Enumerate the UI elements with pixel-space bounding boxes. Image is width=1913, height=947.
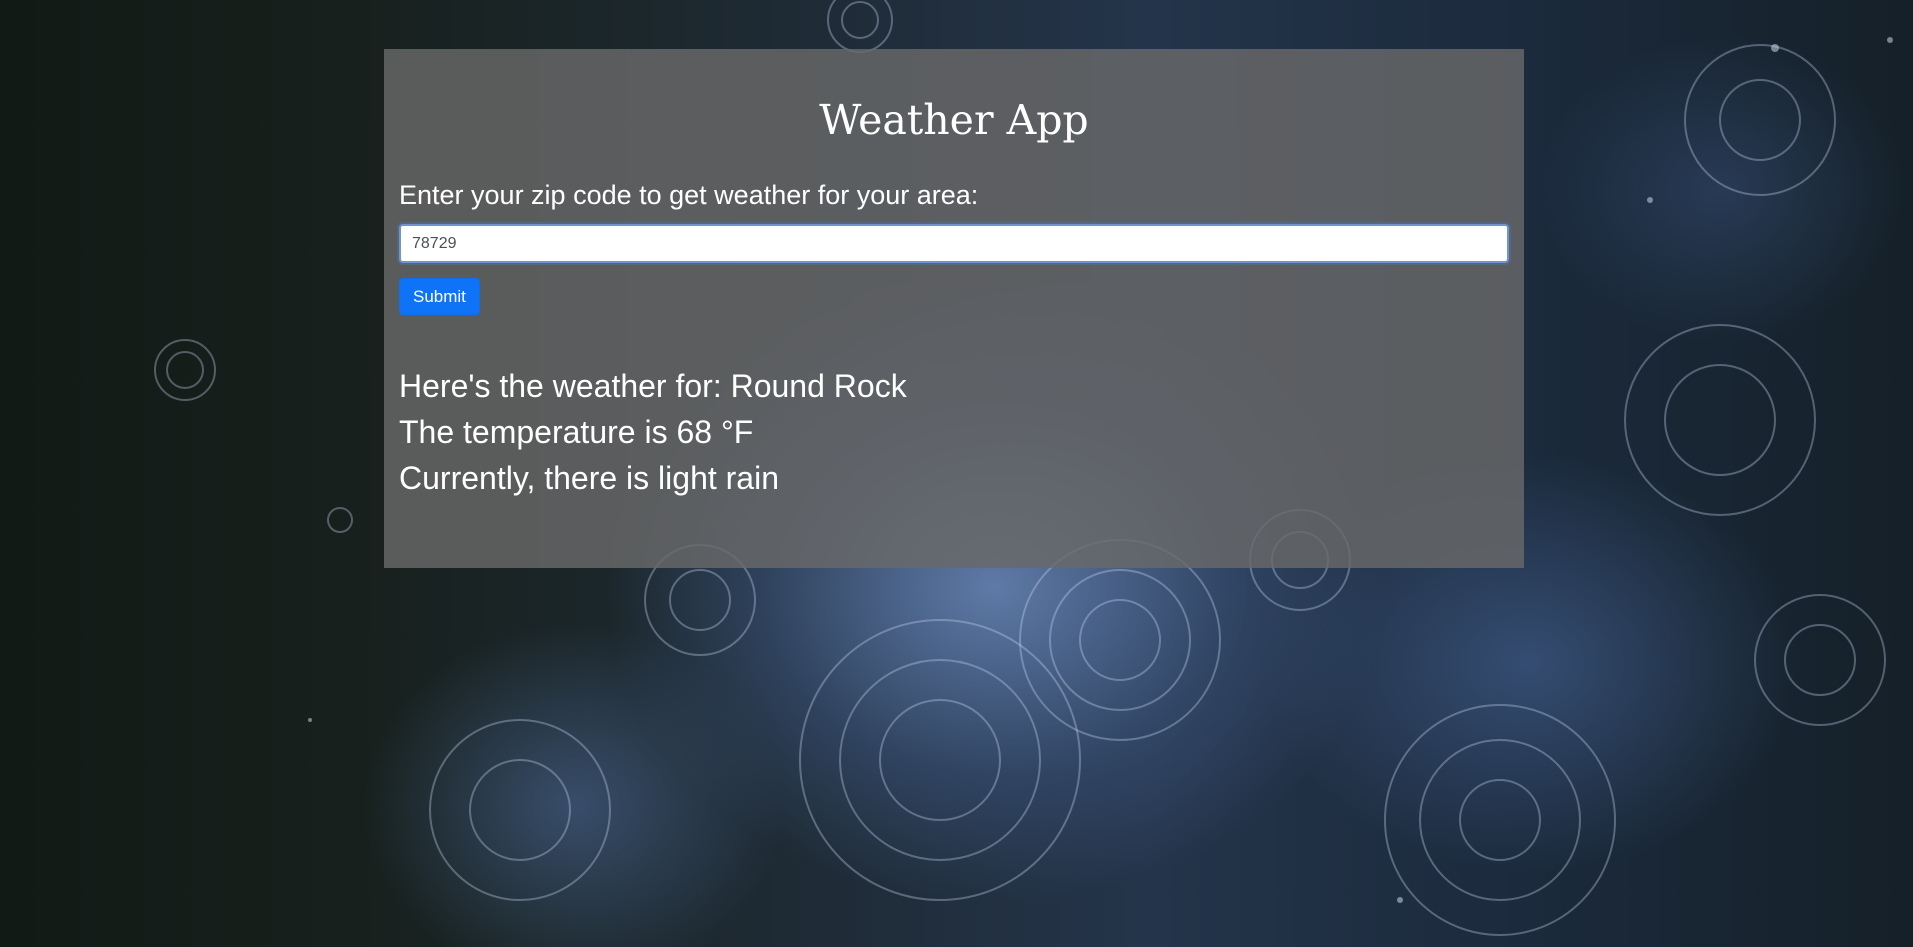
temperature-text: The temperature is 68 °F [399, 414, 754, 450]
location-text: Here's the weather for: Round Rock [399, 368, 907, 404]
submit-button[interactable]: Submit [399, 278, 480, 315]
weather-results: Here's the weather for: Round Rock The t… [399, 363, 1509, 501]
conditions-text: Currently, there is light rain [399, 460, 779, 496]
app-title: Weather App [819, 96, 1089, 144]
zip-code-input[interactable] [399, 224, 1509, 263]
weather-panel: Weather App Enter your zip code to get w… [384, 49, 1524, 568]
zip-prompt-label: Enter your zip code to get weather for y… [399, 180, 979, 210]
